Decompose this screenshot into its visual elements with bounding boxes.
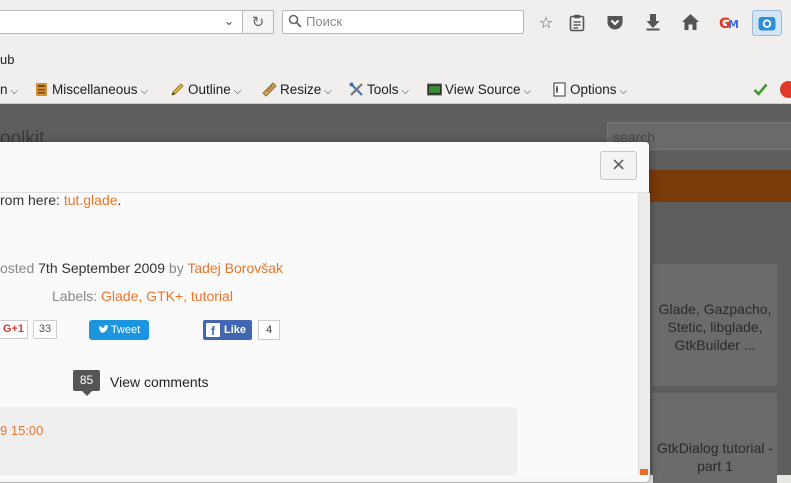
svg-text:M: M: [728, 18, 739, 31]
post-meta: osted 7th September 2009 by Tadej Borovš…: [0, 260, 283, 276]
devbar-menu-label: View Source: [445, 82, 521, 97]
devbar-menu-label: Tools: [367, 82, 399, 97]
posted-prefix: osted: [0, 260, 39, 276]
related-post-title: GtkDialog tutorial - part 1: [657, 440, 773, 474]
post-labels: Labels: Glade, GTK+, tutorial: [52, 288, 233, 304]
devbar-menu-options[interactable]: Options ⌵: [552, 81, 627, 98]
facebook-icon: f: [206, 323, 220, 338]
modal-header: [0, 142, 649, 193]
comment-badge-tail: [82, 391, 92, 396]
ruler-icon: [262, 82, 277, 97]
tools-icon: [349, 82, 363, 96]
comment-count-badge: 85: [73, 370, 100, 391]
blog-nav-bar: [648, 170, 791, 202]
scrollbar[interactable]: [638, 193, 650, 475]
download-prefix: rom here:: [0, 192, 64, 208]
pencil-icon: [171, 83, 184, 96]
devbar-menu-label: Outline: [188, 82, 231, 97]
comment-timestamp[interactable]: 9 15:00: [0, 423, 43, 438]
chevron-down-icon: ⌵: [523, 86, 532, 97]
options-icon: [553, 82, 566, 97]
twitter-bird-icon: [98, 325, 109, 333]
error-icon[interactable]: [780, 81, 791, 98]
tweet-button[interactable]: Tweet: [89, 320, 149, 340]
chevron-down-icon: ⌵: [10, 86, 19, 97]
facebook-like-label: Like: [224, 324, 247, 336]
gmail-notifier-icon[interactable]: G M: [718, 12, 740, 32]
view-comments-link[interactable]: View comments: [110, 374, 209, 390]
posted-by: by: [165, 260, 188, 276]
download-icon[interactable]: [645, 13, 661, 31]
devbar-menu-resize[interactable]: Resize ⌵: [262, 81, 332, 98]
camera-icon: [758, 17, 776, 31]
devbar-menu-tools[interactable]: Tools ⌵: [349, 81, 409, 98]
related-post-title: Glade, Gazpacho, Stetic, libglade, GtkBu…: [658, 301, 772, 353]
close-icon: ×: [610, 154, 627, 175]
devbar-menu-view-source[interactable]: View Source ⌵: [427, 81, 531, 98]
download-link[interactable]: tut.glade: [64, 192, 118, 208]
google-plus-count: 33: [33, 320, 57, 339]
devbar-menu-outline[interactable]: Outline ⌵: [170, 81, 241, 98]
url-dropdown-icon[interactable]: ⌄: [219, 12, 239, 32]
chevron-down-icon: ⌵: [140, 86, 149, 97]
devbar-menu-label: Miscellaneous: [52, 82, 138, 97]
view-source-icon: [427, 83, 442, 96]
search-placeholder: Поиск: [306, 14, 343, 29]
devbar-menu-label: n: [0, 82, 8, 97]
devbar-menu-label: Resize: [280, 82, 322, 97]
chevron-down-icon: ⌵: [619, 86, 628, 97]
facebook-like-count: 4: [258, 320, 280, 340]
checkmark-icon[interactable]: [753, 82, 768, 97]
tweet-label: Tweet: [110, 324, 141, 336]
author-link[interactable]: Tadej Borovšak: [187, 260, 283, 276]
google-plus-button[interactable]: G+1: [0, 320, 28, 339]
home-icon[interactable]: [681, 13, 700, 31]
search-icon: [288, 14, 302, 28]
pocket-icon[interactable]: [606, 14, 624, 31]
download-suffix: .: [117, 192, 122, 208]
related-post-card: GtkDialog tutorial - part 1: [653, 393, 777, 483]
scrollbar-thumb[interactable]: [640, 469, 648, 475]
url-bar[interactable]: [0, 10, 242, 34]
reading-list-icon[interactable]: [569, 14, 585, 32]
bookmarks-bar: [0, 45, 791, 75]
facebook-like-button[interactable]: f Like: [203, 320, 252, 340]
bookmark-star-icon[interactable]: ☆: [536, 13, 556, 33]
screenshot-button[interactable]: [752, 10, 782, 36]
reload-icon[interactable]: ↻: [242, 10, 274, 34]
miscellaneous-icon: [36, 83, 47, 96]
chevron-down-icon: ⌵: [233, 86, 242, 97]
download-line: rom here: tut.glade.: [0, 192, 121, 208]
devbar-menu-label: Options: [570, 82, 617, 97]
posted-date[interactable]: 7th September 2009: [38, 260, 165, 276]
labels-prefix: Labels:: [52, 288, 102, 304]
close-button[interactable]: ×: [600, 151, 637, 180]
labels-links[interactable]: Glade, GTK+, tutorial: [101, 288, 233, 304]
chevron-down-icon: ⌵: [401, 86, 410, 97]
bookmark-item[interactable]: ub: [0, 52, 14, 67]
devbar-menu-partial[interactable]: n ⌵: [0, 81, 18, 98]
chevron-down-icon: ⌵: [324, 86, 332, 97]
devbar-menu-miscellaneous[interactable]: Miscellaneous ⌵: [34, 81, 148, 98]
related-post-card: Glade, Gazpacho, Stetic, libglade, GtkBu…: [653, 264, 777, 386]
comment-box: [0, 407, 518, 475]
